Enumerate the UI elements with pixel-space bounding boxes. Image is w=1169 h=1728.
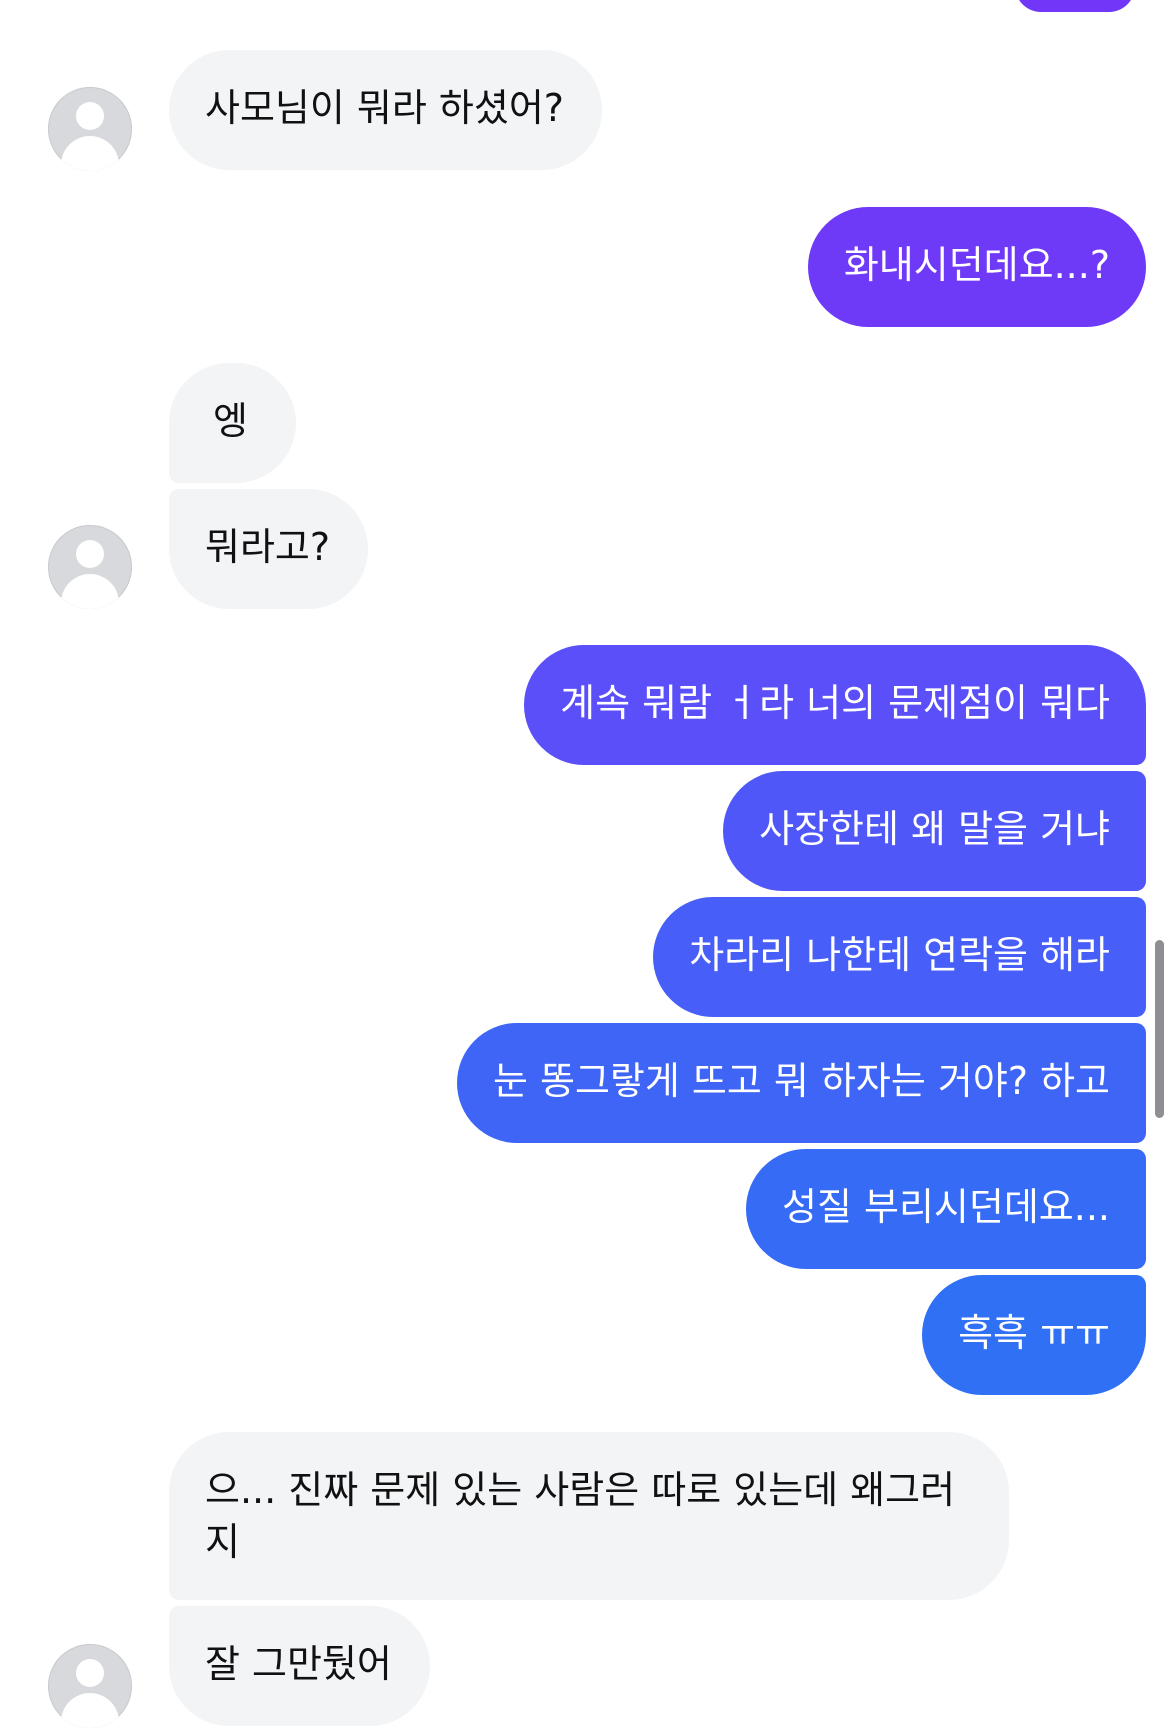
message-text: 눈 똥그랗게 뜨고 뭐 하자는 거야? 하고: [492, 1059, 1110, 1103]
message-text: 흑흑 ㅠㅠ: [958, 1311, 1110, 1355]
outgoing-message-bubble[interactable]: 계속 뭐람 ㅓ라 너의 문제점이 뭐다: [524, 645, 1146, 765]
message-text: 사모님이 뭐라 하셨어?: [205, 86, 564, 130]
incoming-message-bubble[interactable]: 잘 그만뒀어: [169, 1606, 430, 1726]
message-text: 엥: [213, 399, 248, 443]
contact-avatar-icon[interactable]: [48, 1644, 132, 1728]
contact-avatar-icon[interactable]: [48, 87, 132, 171]
message-text: 뭐라고?: [205, 525, 331, 569]
message-text: 잘 그만뒀어: [205, 1642, 392, 1686]
outgoing-message-bubble[interactable]: 성질 부리시던데요...: [746, 1149, 1146, 1269]
outgoing-message-bubble[interactable]: 사장한테 왜 말을 거냐: [723, 771, 1146, 891]
chat-thread[interactable]: 사모님이 뭐라 하셨어? 화내시던데요...? 엥 뭐라고? 계속 뭐람 ㅓ라 …: [0, 0, 1169, 1728]
outgoing-message-bubble[interactable]: 흑흑 ㅠㅠ: [922, 1275, 1146, 1395]
message-text: 차라리 나한테 연락을 해라: [689, 933, 1110, 977]
scrollbar-thumb[interactable]: [1155, 940, 1164, 1118]
message-text: 으... 진짜 문제 있는 사람은 따로 있는데 왜그러지: [205, 1468, 956, 1564]
incoming-message-bubble[interactable]: 뭐라고?: [169, 489, 369, 609]
message-text: 사장한테 왜 말을 거냐: [759, 807, 1110, 851]
incoming-message-bubble[interactable]: 사모님이 뭐라 하셨어?: [169, 50, 602, 170]
message-text: 화내시던데요...?: [843, 243, 1110, 287]
outgoing-message-bubble[interactable]: 화내시던데요...?: [807, 207, 1146, 327]
message-text: 성질 부리시던데요...: [782, 1185, 1110, 1229]
outgoing-message-bubble-partial[interactable]: [1015, 0, 1135, 12]
message-text: 계속 뭐람 ㅓ라 너의 문제점이 뭐다: [560, 681, 1110, 725]
incoming-message-bubble[interactable]: 엥: [169, 363, 296, 483]
incoming-message-bubble[interactable]: 으... 진짜 문제 있는 사람은 따로 있는데 왜그러지: [169, 1432, 1009, 1600]
outgoing-message-bubble[interactable]: 눈 똥그랗게 뜨고 뭐 하자는 거야? 하고: [456, 1023, 1146, 1143]
contact-avatar-icon[interactable]: [48, 525, 132, 609]
outgoing-message-bubble[interactable]: 차라리 나한테 연락을 해라: [653, 897, 1146, 1017]
